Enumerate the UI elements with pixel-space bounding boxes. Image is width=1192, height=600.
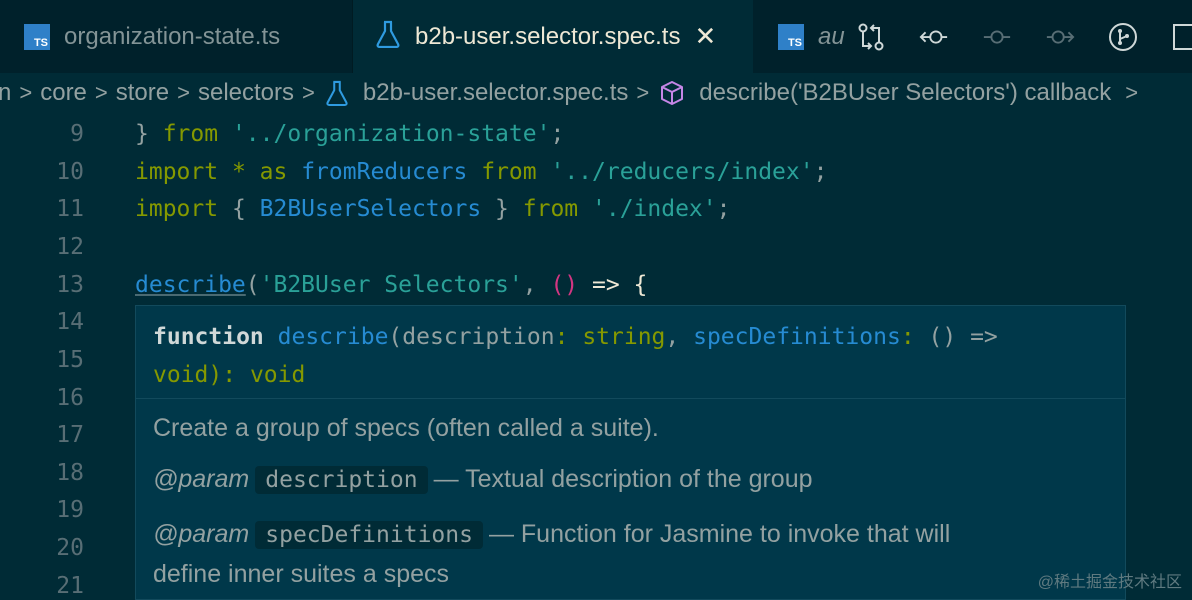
line-number: 20 xyxy=(56,535,84,561)
tab-au[interactable]: TS au xyxy=(754,0,846,73)
typescript-icon: TS xyxy=(778,23,804,50)
breadcrumb-item-symbol[interactable]: describe('B2BUser Selectors') callback xyxy=(699,79,1111,107)
go-back-icon[interactable] xyxy=(919,22,949,52)
hover-tooltip: function describe(description: string, s… xyxy=(135,305,1126,600)
function-signature: function describe(description: string, s… xyxy=(153,324,998,388)
hover-divider xyxy=(136,398,1125,399)
code-line-13[interactable]: describe('B2BUser Selectors', () => { xyxy=(135,272,647,298)
chevron-right-icon: > xyxy=(1125,80,1139,105)
line-number: 14 xyxy=(56,309,84,335)
editor-tab-bar: TS organization-state.ts b2b-user.select… xyxy=(0,0,1192,73)
editor-actions xyxy=(856,0,1192,73)
tab-label: b2b-user.selector.spec.ts xyxy=(415,22,681,50)
git-graph-icon[interactable] xyxy=(1108,22,1138,52)
param-doc-specdefinitions: @param specDefinitions — Function for Jasm… xyxy=(153,520,951,549)
breadcrumb-item-store[interactable]: store xyxy=(116,79,169,107)
breadcrumb-item-core[interactable]: core xyxy=(40,79,87,107)
line-number: 9 xyxy=(70,121,84,147)
param-name-chip: description xyxy=(255,466,428,494)
param-name-chip: specDefinitions xyxy=(255,521,483,549)
code-line-10[interactable]: import * as fromReducers from '../reduce… xyxy=(135,159,827,185)
close-icon[interactable]: ✕ xyxy=(694,21,716,52)
param-doc-description: @param description — Textual description o… xyxy=(153,465,813,494)
line-number: 21 xyxy=(56,573,84,599)
compare-changes-icon[interactable] xyxy=(856,22,886,52)
line-number: 11 xyxy=(56,196,84,222)
chevron-right-icon: > xyxy=(177,80,190,105)
flask-icon xyxy=(375,20,401,53)
line-number: 19 xyxy=(56,497,84,523)
split-editor-icon[interactable] xyxy=(1171,22,1192,52)
line-number: 10 xyxy=(56,159,84,185)
line-number: 18 xyxy=(56,460,84,486)
tab-b2b-user-selector-spec[interactable]: b2b-user.selector.spec.ts ✕ xyxy=(353,0,753,73)
cube-icon xyxy=(659,80,685,106)
watermark: @稀土掘金技术社区 xyxy=(1037,574,1182,591)
breadcrumb-item[interactable]: n xyxy=(0,79,11,107)
go-to-next-change-icon[interactable] xyxy=(1045,22,1075,52)
line-number: 15 xyxy=(56,347,84,373)
hover-description: Create a group of specs (often called a … xyxy=(153,414,659,442)
line-number: 16 xyxy=(56,385,84,411)
line-number: 17 xyxy=(56,422,84,448)
breadcrumb-item-selectors[interactable]: selectors xyxy=(198,79,294,107)
tab-label: au xyxy=(818,22,845,50)
line-number: 13 xyxy=(56,272,84,298)
breadcrumb: n > core > store > selectors > b2b-user.… xyxy=(0,73,1192,113)
tab-label: organization-state.ts xyxy=(64,22,281,50)
line-number: 12 xyxy=(56,234,84,260)
chevron-right-icon: > xyxy=(302,80,315,105)
chevron-right-icon: > xyxy=(94,80,108,105)
go-to-previous-change-icon[interactable] xyxy=(982,22,1012,52)
tab-organization-state[interactable]: TS organization-state.ts xyxy=(0,0,353,73)
chevron-right-icon: > xyxy=(636,80,650,105)
code-line-9[interactable]: } from '../organization-state'; xyxy=(135,121,564,147)
code-line-11[interactable]: import { B2BUserSelectors } from './inde… xyxy=(135,196,730,222)
flask-icon xyxy=(325,80,349,106)
breadcrumb-item-file[interactable]: b2b-user.selector.spec.ts xyxy=(363,79,628,107)
chevron-right-icon: > xyxy=(19,80,33,105)
typescript-icon: TS xyxy=(24,23,50,50)
param-doc-continuation: define inner suites a specs xyxy=(153,560,450,588)
